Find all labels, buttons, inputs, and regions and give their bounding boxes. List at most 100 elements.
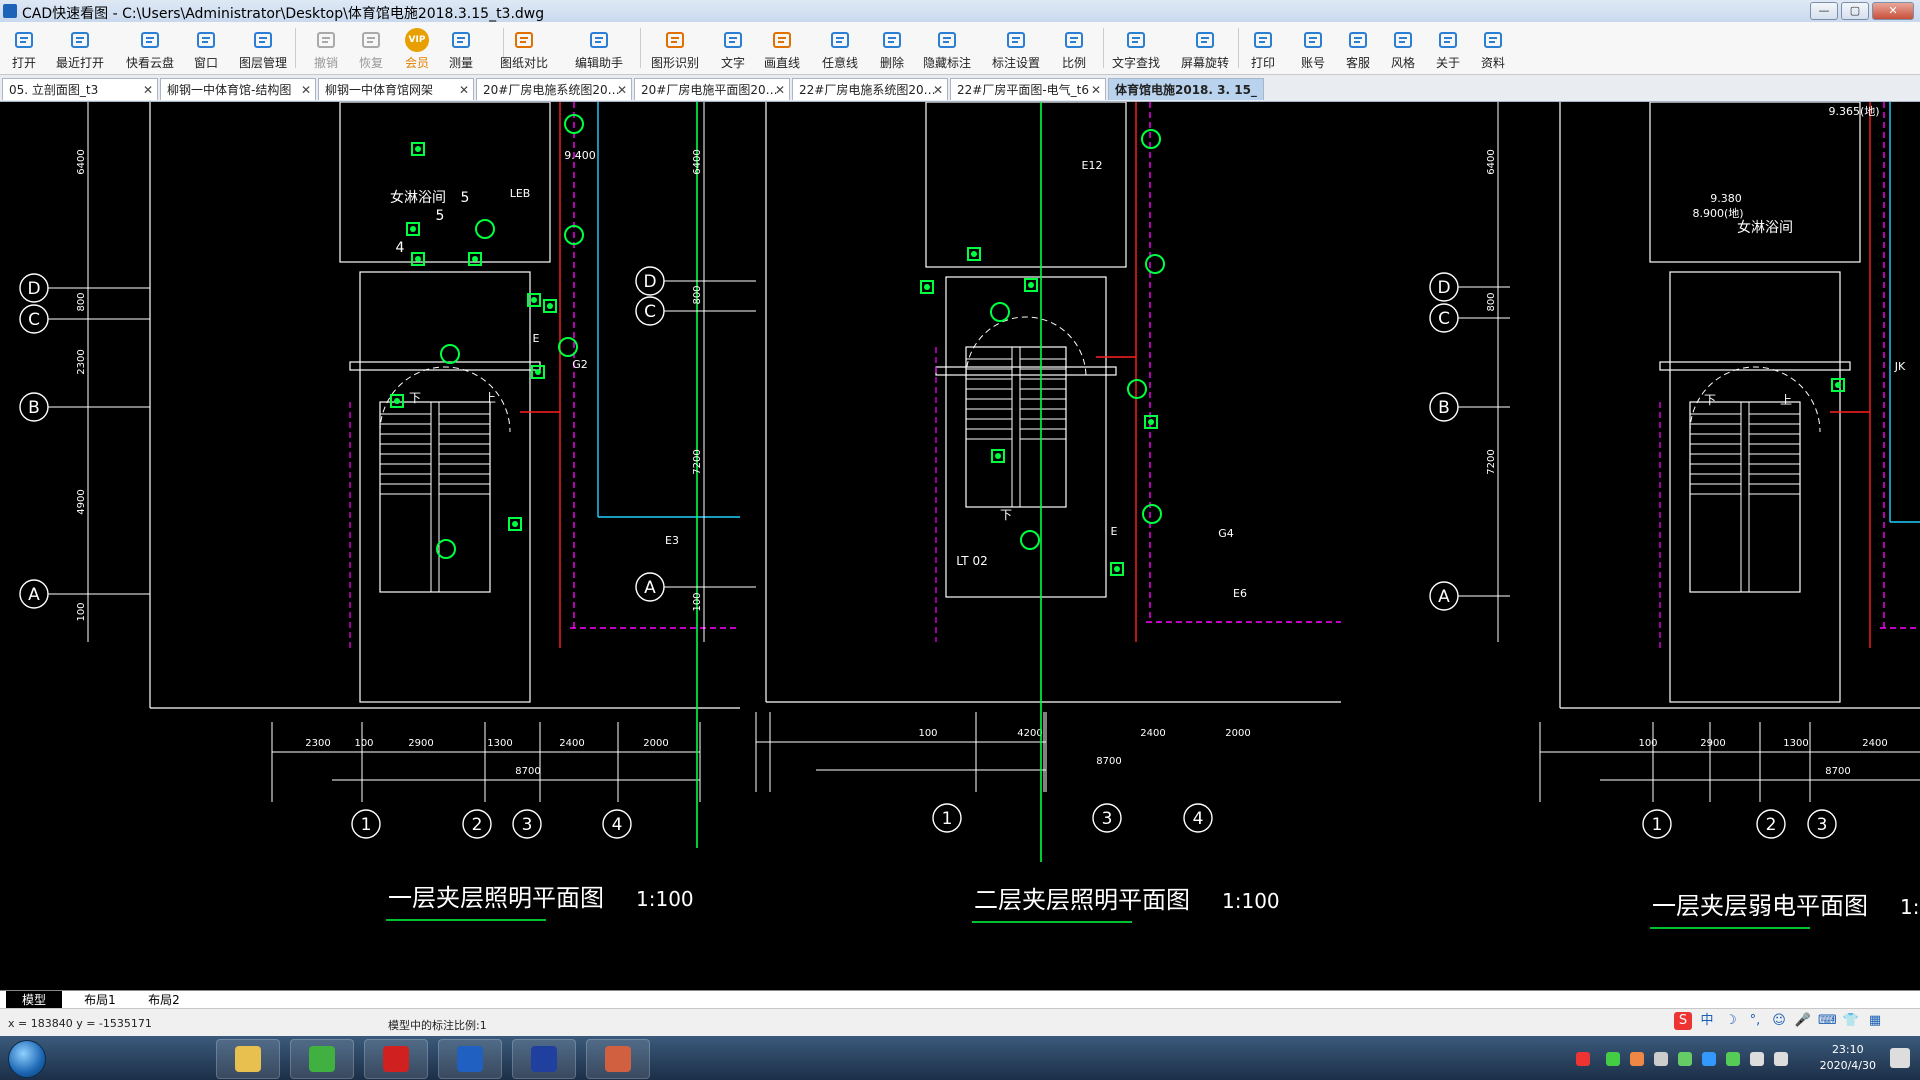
taskbar-app-file-explorer[interactable] — [216, 1039, 280, 1079]
document-tab[interactable]: 20#厂房电施系统图20… ✕ — [476, 78, 632, 100]
ime-icon[interactable]: 🎤 — [1794, 1012, 1812, 1030]
tray-app-icon[interactable] — [1678, 1052, 1692, 1066]
layout-tab-1[interactable]: 布局1 — [70, 991, 130, 1009]
tab-close-icon[interactable]: ✕ — [143, 79, 153, 100]
tab-label: 05. 立剖面图_t3 — [9, 83, 99, 97]
toolbar-button-10[interactable]: 编辑助手 — [575, 22, 623, 74]
taskbar-app-cad-viewer[interactable] — [438, 1039, 502, 1079]
ime-icon[interactable]: ☺ — [1770, 1012, 1788, 1030]
tray-app-icon[interactable] — [1726, 1052, 1740, 1066]
toolbar-button-2[interactable]: 快看云盘 — [126, 22, 174, 74]
maximize-button[interactable]: ▢ — [1841, 2, 1869, 20]
toolbar-button-21[interactable]: 打印 — [1239, 22, 1287, 74]
document-tab[interactable]: 22#厂房平面图-电气_t6 ✕ — [950, 78, 1106, 100]
tab-close-icon[interactable]: ✕ — [617, 79, 627, 100]
toolbar-button-23[interactable]: 客服 — [1334, 22, 1382, 74]
device-dot — [415, 146, 421, 152]
taskbar-app-browser[interactable] — [290, 1039, 354, 1079]
cad-drawing[interactable]: DCBA640080023004900100女淋浴间 5549.400G2E3EL… — [0, 102, 1920, 990]
find-text-icon — [1124, 28, 1148, 52]
toolbar-button-26[interactable]: 资料 — [1469, 22, 1517, 74]
toolbar-button-20[interactable]: 屏幕旋转 — [1181, 22, 1229, 74]
toolbar-button-4[interactable]: 图层管理 — [239, 22, 287, 74]
toolbar-label: 资料 — [1480, 56, 1505, 70]
layout-tab-model[interactable]: 模型 — [6, 991, 62, 1009]
action-center-icon[interactable] — [1890, 1048, 1910, 1068]
dimension-total: 8700 — [1096, 756, 1121, 767]
toolbar-button-12[interactable]: 文字 — [709, 22, 757, 74]
drawing-scale: 1:100 — [1222, 889, 1280, 913]
cad-annotation: 上 — [1780, 393, 1792, 407]
cad-annotation: 5 — [436, 208, 445, 224]
close-button[interactable]: ✕ — [1872, 2, 1914, 20]
minimize-button[interactable]: — — [1810, 2, 1838, 20]
toolbar-button-24[interactable]: 风格 — [1379, 22, 1427, 74]
ime-icon[interactable]: 中 — [1698, 1012, 1716, 1030]
user-icon — [1301, 28, 1325, 52]
ime-icon[interactable]: 👕 — [1842, 1012, 1860, 1030]
taskbar-app-paint[interactable] — [586, 1039, 650, 1079]
toolbar-button-17[interactable]: 标注设置 — [992, 22, 1040, 74]
dimension-text: 7200 — [1486, 449, 1497, 474]
toolbar-button-14[interactable]: 任意线 — [816, 22, 864, 74]
toolbar-button-22[interactable]: 账号 — [1289, 22, 1337, 74]
clock[interactable]: 23:10 2020/4/30 — [1820, 1042, 1876, 1074]
document-tab[interactable]: 体育馆电施2018. 3. 15_ — [1108, 78, 1264, 100]
document-tab[interactable]: 20#厂房电施平面图20… ✕ — [634, 78, 790, 100]
document-tab[interactable]: 05. 立剖面图_t3 ✕ — [2, 78, 158, 100]
tab-close-icon[interactable]: ✕ — [459, 79, 469, 100]
dimension-text: 2400 — [1140, 728, 1165, 739]
sogou-icon[interactable] — [1576, 1052, 1590, 1066]
toolbar-button-8[interactable]: 测量 — [437, 22, 485, 74]
tab-close-icon[interactable]: ✕ — [775, 79, 785, 100]
layers-icon — [251, 28, 275, 52]
drawing-canvas[interactable]: D C B A 6400 800 2300 4900 100 女淋浴间 5 5 4 9.400 G2 E3 E L… — [0, 102, 1920, 990]
tab-close-icon[interactable]: ✕ — [301, 79, 311, 100]
toolbar-button-15[interactable]: 删除 — [868, 22, 916, 74]
document-tab[interactable]: 22#厂房电施系统图20… ✕ — [792, 78, 948, 100]
toolbar-button-3[interactable]: 窗口 — [182, 22, 230, 74]
axis-label: 2 — [472, 815, 483, 835]
volume-icon[interactable] — [1774, 1052, 1788, 1066]
tab-close-icon[interactable]: ✕ — [933, 79, 943, 100]
tray-app-icon[interactable] — [1630, 1052, 1644, 1066]
document-tab[interactable]: 柳钢一中体育馆网架 ✕ — [318, 78, 474, 100]
toolbar-button-16[interactable]: 隐藏标注 — [923, 22, 971, 74]
toolbar-button-0[interactable]: 打开 — [0, 22, 48, 74]
ime-icon[interactable]: °, — [1746, 1012, 1764, 1030]
toolbar-button-18[interactable]: 比例 — [1050, 22, 1098, 74]
tab-close-icon[interactable]: ✕ — [1091, 79, 1101, 100]
cad-wall — [379, 401, 491, 593]
toolbar-button-7[interactable]: VIP 会员 — [393, 22, 441, 74]
toolbar-button-5[interactable]: 撤销 — [302, 22, 350, 74]
toolbar-button-13[interactable]: 画直线 — [758, 22, 806, 74]
layout-tab-2[interactable]: 布局2 — [134, 991, 194, 1009]
toolbar-button-1[interactable]: 最近打开 — [56, 22, 104, 74]
taskbar-app-autocad[interactable] — [512, 1039, 576, 1079]
cad-annotation: JK — [1894, 360, 1906, 373]
toolbar-button-11[interactable]: 图形识别 — [651, 22, 699, 74]
toolbar-button-25[interactable]: 关于 — [1424, 22, 1472, 74]
network-icon[interactable] — [1654, 1052, 1668, 1066]
tray-app-icon[interactable] — [1702, 1052, 1716, 1066]
toolbar-button-9[interactable]: 图纸对比 — [500, 22, 548, 74]
signal-icon[interactable] — [1750, 1052, 1764, 1066]
ime-icon[interactable]: ⌨ — [1818, 1012, 1837, 1030]
start-button[interactable] — [8, 1040, 46, 1078]
document-tab[interactable]: 柳钢一中体育馆-结构图 ✕ — [160, 78, 316, 100]
ime-icon[interactable]: ☽ — [1722, 1012, 1740, 1030]
ime-icon[interactable]: ▦ — [1866, 1012, 1884, 1030]
toolbar-button-6[interactable]: 恢复 — [347, 22, 395, 74]
ime-icon[interactable]: S — [1674, 1012, 1692, 1030]
cad-red-icon — [383, 1046, 409, 1072]
toolbar-label: 关于 — [1435, 56, 1460, 70]
wechat-icon[interactable] — [1606, 1052, 1620, 1066]
dimension-text: 100 — [354, 738, 373, 749]
toolbar-label: 编辑助手 — [575, 56, 624, 70]
drawing-title: 一层夹层弱电平面图 — [1652, 892, 1868, 920]
toolbar-label: 图形识别 — [651, 56, 700, 70]
taskbar-app-cad-red[interactable] — [364, 1039, 428, 1079]
toolbar-button-19[interactable]: 文字查找 — [1112, 22, 1160, 74]
cad-annotation: 9.365(地) — [1828, 105, 1879, 118]
paint-icon — [605, 1046, 631, 1072]
